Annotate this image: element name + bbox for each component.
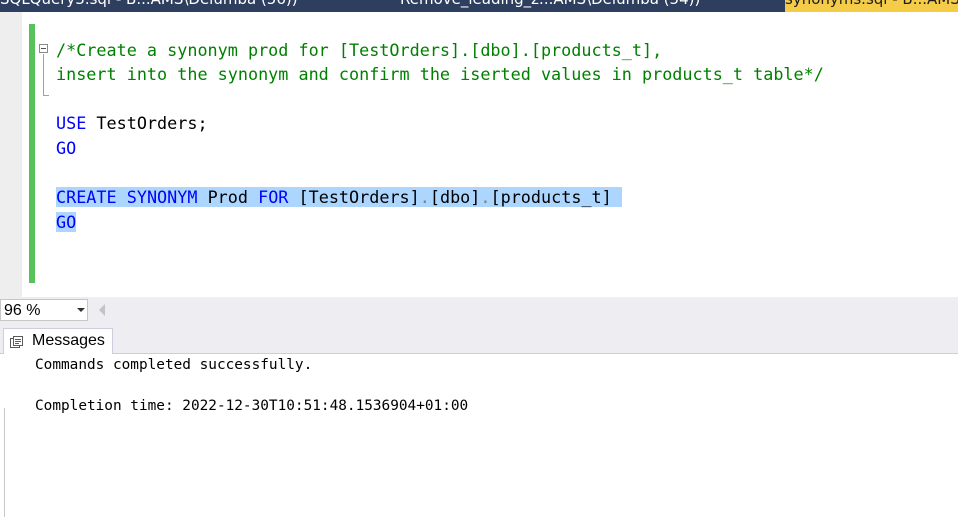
results-divider bbox=[4, 408, 5, 517]
identifier: [dbo] bbox=[429, 187, 481, 207]
code-line-1[interactable]: /*Create a synonym prod for [TestOrders]… bbox=[56, 38, 662, 62]
chevron-down-icon[interactable] bbox=[77, 308, 85, 312]
keyword: FOR bbox=[258, 187, 289, 207]
collapse-region-icon[interactable] bbox=[39, 44, 48, 53]
outline-line bbox=[43, 54, 44, 96]
identifier: Prod bbox=[197, 187, 259, 207]
keyword: SYNONYM bbox=[126, 187, 198, 207]
keyword: GO bbox=[56, 212, 77, 232]
message-line: Completion time: 2022-12-30T10:51:48.153… bbox=[35, 398, 469, 414]
code-line-use[interactable]: USE TestOrders; bbox=[56, 111, 208, 135]
zoom-dropdown[interactable]: 96 % bbox=[0, 299, 88, 321]
code-line-go-2[interactable]: GO bbox=[56, 210, 77, 234]
editor-zoom-bar: 96 % bbox=[0, 297, 958, 323]
query-editor[interactable]: /*Create a synonym prod for [TestOrders]… bbox=[0, 12, 958, 297]
keyword: CREATE bbox=[56, 187, 117, 207]
selected-text: GO bbox=[56, 212, 77, 232]
code-line-go[interactable]: GO bbox=[56, 136, 76, 160]
code-line-create-synonym[interactable]: CREATE SYNONYM Prod FOR [TestOrders].[db… bbox=[56, 185, 622, 209]
separator: . bbox=[419, 187, 430, 207]
messages-tab-label: Messages bbox=[32, 332, 105, 349]
scroll-left-icon[interactable] bbox=[99, 304, 105, 316]
messages-icon bbox=[10, 336, 23, 348]
tab-sqlquery3[interactable]: SQLQuery3.sql - B...AMS\Delumba (56)) bbox=[0, 0, 340, 12]
results-tab-bar: Messages bbox=[0, 323, 958, 354]
results-pane: Messages Commands completed successfully… bbox=[0, 323, 958, 517]
code-line-2[interactable]: insert into the synonym and confirm the … bbox=[56, 62, 824, 86]
zoom-value: 96 % bbox=[4, 302, 41, 319]
identifier: [TestOrders] bbox=[288, 187, 420, 207]
editor-indicator-margin bbox=[0, 12, 22, 297]
document-tab-strip: SQLQuery3.sql - B...AMS\Delumba (56)) Re… bbox=[0, 0, 958, 12]
message-line: Commands completed successfully. bbox=[35, 357, 313, 373]
change-tracking-bar bbox=[29, 24, 35, 283]
keyword: GO bbox=[56, 138, 77, 158]
identifier: [products_t] bbox=[490, 187, 612, 207]
tab-remove-leading-zeros[interactable]: Remove_leading_z...AMS\Delumba (54)) bbox=[400, 0, 730, 12]
outline-line-end bbox=[43, 95, 49, 96]
identifier: TestOrders; bbox=[86, 113, 208, 133]
comment-text: /*Create a synonym prod for [TestOrders]… bbox=[56, 40, 663, 60]
selected-text: CREATE SYNONYM Prod FOR [TestOrders].[db… bbox=[56, 187, 622, 207]
tab-messages[interactable]: Messages bbox=[3, 328, 113, 354]
comment-text: insert into the synonym and confirm the … bbox=[56, 64, 824, 84]
separator: . bbox=[480, 187, 491, 207]
keyword: USE bbox=[56, 113, 87, 133]
tab-synonyms-active[interactable]: synonyms.sql - B...AMS\Delumba (53)) bbox=[785, 0, 958, 12]
